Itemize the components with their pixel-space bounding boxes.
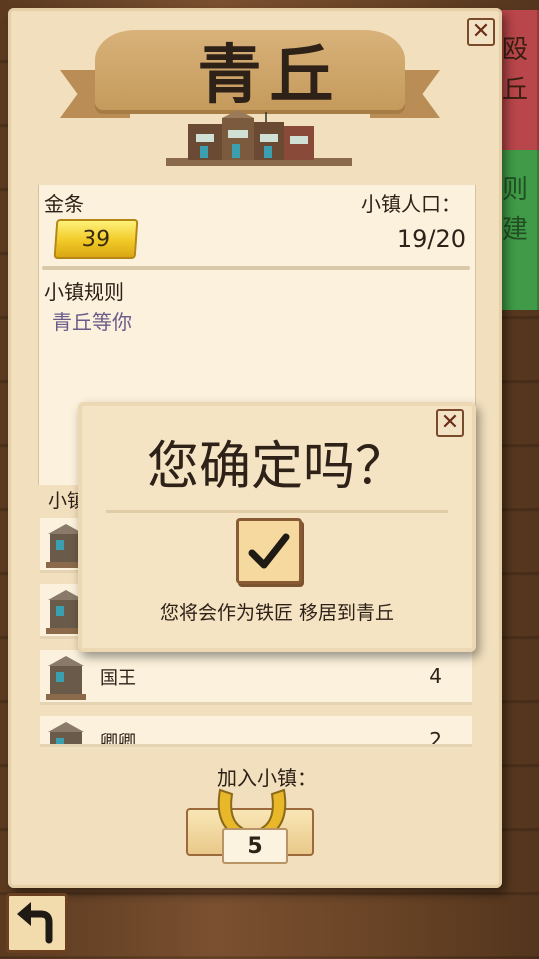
close-icon: ✕ [471,19,491,44]
gold-value: 39 [81,226,111,252]
gold-label: 金条 [44,192,84,216]
close-icon: ✕ [440,410,460,435]
population-value: 19/20 [396,225,466,253]
dialog-close-button[interactable]: ✕ [436,409,464,437]
checkmark-icon [248,533,290,569]
panel-close-button[interactable]: ✕ [467,18,495,46]
join-price: 5 [222,828,288,864]
resident-name: 国王 [100,668,136,689]
dialog-message: 您将会作为铁匠 移居到青丘 [159,602,395,624]
resident-name: 卿卿 [100,732,136,747]
resident-count: 2 [429,728,442,747]
town-title: 青丘 [197,39,342,113]
back-button[interactable] [6,893,68,953]
dialog-title: 您确定吗？ [146,437,407,497]
info-divider [42,266,470,270]
back-arrow-icon [17,902,53,944]
house-icon [48,722,84,744]
confirm-dialog: 您确定吗？ 您将会作为铁匠 移居到青丘 [78,402,476,652]
resident-count: 4 [429,664,442,688]
resident-row[interactable]: 国王 4 [40,650,472,705]
rules-label: 小镇规则 [44,280,124,304]
rules-text: 青丘等你 [52,310,132,334]
house-icon [46,656,86,700]
gold-bar-badge: 39 [53,219,139,259]
town-buildings-icon [166,110,352,166]
join-price-value: 5 [247,833,263,859]
dialog-divider [106,510,448,513]
population-label: 小镇人口： [361,192,461,216]
resident-row[interactable]: 卿卿 2 [40,716,472,747]
confirm-button[interactable] [236,518,302,584]
